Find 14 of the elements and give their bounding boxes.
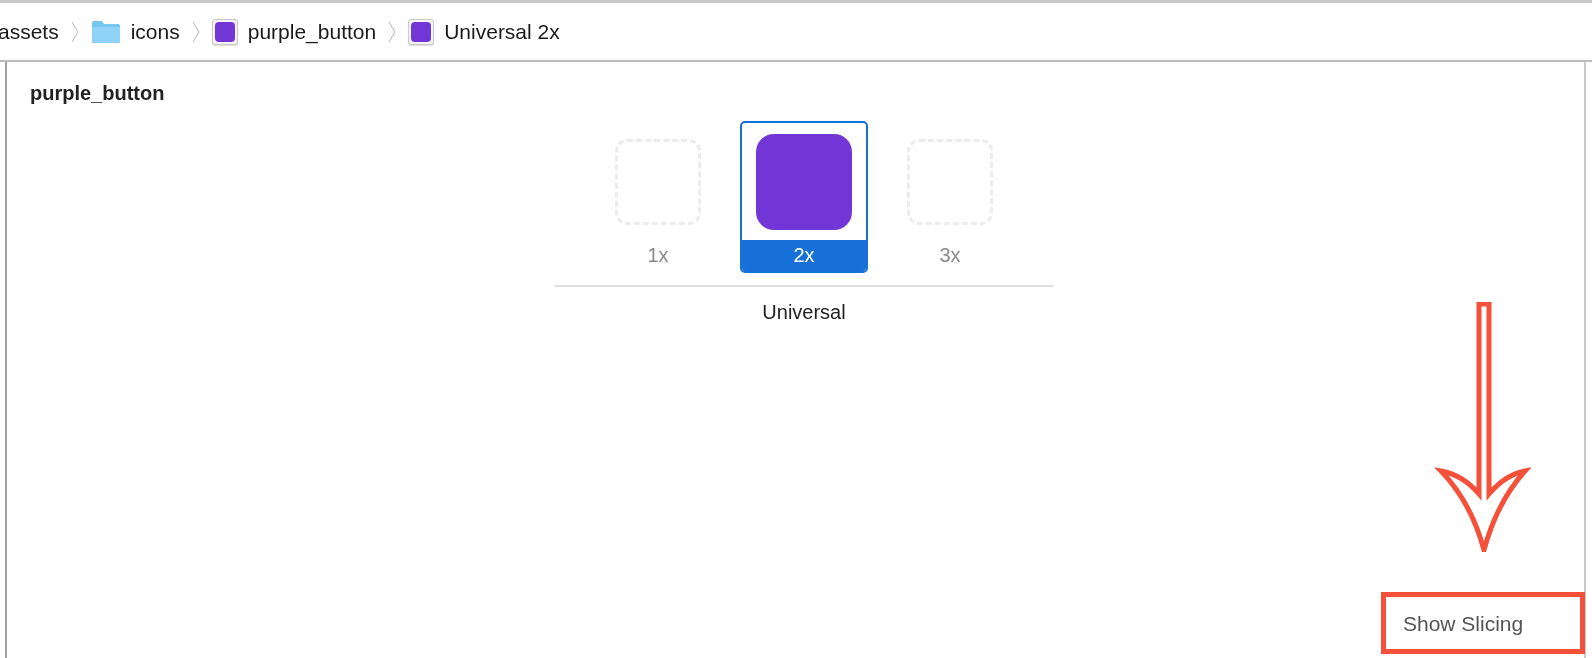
folder-icon — [90, 19, 121, 44]
image-slot[interactable]: 3x — [886, 121, 1014, 273]
breadcrumb-item[interactable]: Universal 2x — [444, 19, 560, 44]
chevron-icon — [191, 20, 200, 43]
device-group-label: Universal — [762, 301, 846, 324]
chevron-icon — [70, 20, 79, 43]
image-asset-icon — [408, 18, 435, 45]
show-slicing-button[interactable]: Show Slicing — [1403, 612, 1524, 636]
image-slot[interactable]: 2x — [740, 121, 868, 273]
chevron-icon — [388, 20, 397, 43]
image-asset-icon — [211, 18, 238, 45]
breadcrumb-item[interactable]: purple_button — [247, 19, 377, 44]
asset-name: purple_button — [29, 81, 166, 105]
breadcrumb-item[interactable]: icons — [130, 19, 180, 44]
